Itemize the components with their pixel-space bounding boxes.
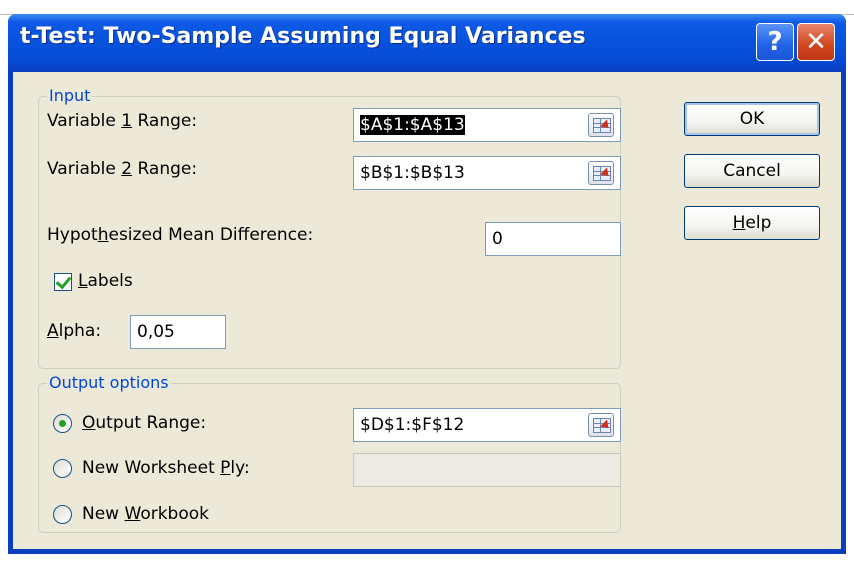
variable2-collapse-button[interactable]: [588, 161, 614, 185]
hypothesized-mean-difference-value: 0: [492, 229, 503, 249]
output-range-collapse-button[interactable]: [588, 413, 614, 437]
titlebar-close-button[interactable]: ✕: [797, 23, 835, 61]
variable2-range-label: Variable 2 Range:: [47, 159, 198, 179]
cancel-button[interactable]: Cancel: [684, 154, 820, 188]
variable1-collapse-button[interactable]: [588, 113, 614, 137]
variable2-range-input[interactable]: $B$1:$B$13: [353, 156, 621, 190]
new-worksheet-ply-label[interactable]: New Worksheet Ply:: [82, 458, 250, 478]
title-bar[interactable]: t-Test: Two-Sample Assuming Equal Varian…: [8, 14, 846, 72]
variable2-range-value: $B$1:$B$13: [360, 163, 465, 183]
hypothesized-mean-difference-input[interactable]: 0: [485, 222, 621, 256]
new-worksheet-ply-radio[interactable]: [53, 459, 72, 478]
output-range-radio[interactable]: [53, 414, 72, 433]
ok-button[interactable]: OK: [684, 102, 820, 136]
help-button[interactable]: Help: [684, 206, 820, 240]
labels-checkbox-label[interactable]: Labels: [78, 271, 133, 291]
dialog-title: t-Test: Two-Sample Assuming Equal Varian…: [20, 24, 586, 49]
dialog-window: t-Test: Two-Sample Assuming Equal Varian…: [8, 14, 846, 554]
checkmark-icon: [55, 272, 72, 290]
alpha-label: Alpha:: [47, 321, 102, 341]
new-worksheet-ply-input[interactable]: [353, 453, 621, 487]
dialog-client-area: Input Variable 1 Range: $A$1:$A$13 Varia…: [13, 72, 841, 549]
new-workbook-label[interactable]: New Workbook: [82, 504, 209, 524]
close-icon: ✕: [805, 27, 827, 57]
alpha-input[interactable]: 0,05: [130, 315, 226, 349]
output-range-input[interactable]: $D$1:$F$12: [353, 408, 621, 442]
variable1-range-label: Variable 1 Range:: [47, 111, 198, 131]
background-excel-toolbar: [0, 0, 854, 15]
radio-selected-dot-icon: [59, 420, 66, 427]
output-range-value: $D$1:$F$12: [360, 415, 465, 435]
output-range-label[interactable]: Output Range:: [82, 413, 206, 433]
labels-checkbox[interactable]: [54, 272, 72, 291]
question-mark-icon: ?: [767, 27, 783, 57]
new-workbook-radio[interactable]: [53, 505, 72, 524]
variable1-range-input[interactable]: $A$1:$A$13: [353, 108, 621, 142]
output-options-group-legend: Output options: [47, 373, 171, 392]
input-group-legend: Input: [47, 86, 93, 105]
variable1-range-value: $A$1:$A$13: [360, 115, 465, 135]
hypothesized-mean-difference-label: Hypothesized Mean Difference:: [47, 225, 314, 245]
alpha-value: 0,05: [137, 322, 175, 342]
titlebar-help-button[interactable]: ?: [756, 23, 794, 61]
